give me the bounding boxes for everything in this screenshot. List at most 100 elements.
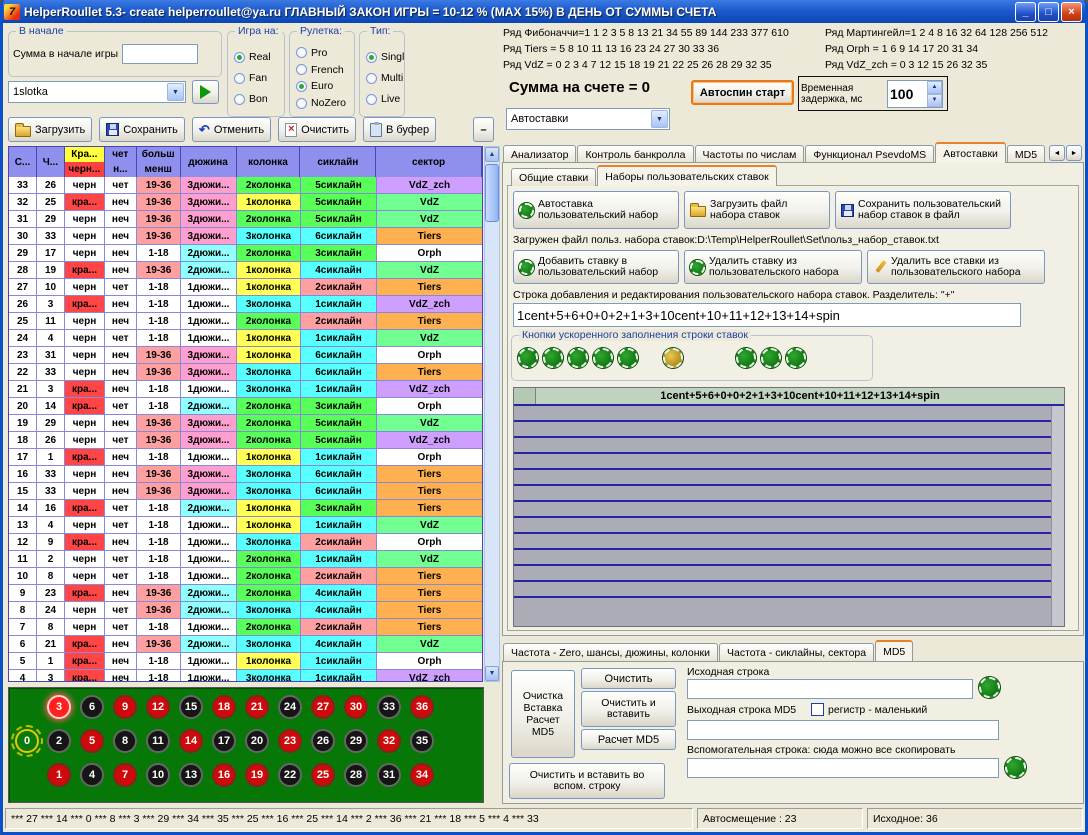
md5-multi-button[interactable]: Очистка Вставка Расчет MD5 [511,670,575,758]
close-button[interactable]: × [1061,2,1082,22]
aux-string-input[interactable] [687,758,999,778]
table-row[interactable]: 3326чернчет19-363дюжи...2колонка5сиклайн… [9,177,483,194]
board-number-6[interactable]: 6 [80,695,104,719]
board-number-18[interactable]: 18 [212,695,236,719]
main-tab-3[interactable]: Частоты по числам [695,145,805,163]
table-row[interactable]: 621кра...неч19-362дюжи...3колонка4сиклай… [9,636,483,653]
column-header[interactable]: сектор [376,147,482,177]
board-number-4[interactable]: 4 [80,763,104,787]
bet-list-row[interactable] [514,422,1064,438]
main-tab-5[interactable]: Автоставки [935,142,1006,163]
board-number-25[interactable]: 25 [311,763,335,787]
freq-tab-1[interactable]: Частота - Zero, шансы, дюжины, колонки [503,643,718,661]
board-number-11[interactable]: 11 [146,729,170,753]
table-scrollbar[interactable]: ▲ ▼ [484,146,500,682]
board-number-13[interactable]: 13 [179,763,203,787]
board-number-12[interactable]: 12 [146,695,170,719]
table-row[interactable]: 213кра...неч1-181дюжи...3колонка1сиклайн… [9,381,483,398]
chip-button-4[interactable] [593,348,613,368]
bet-list-header[interactable]: 1cent+5+6+0+0+2+1+3+10cent+10+11+12+13+1… [514,388,1064,406]
delay-input[interactable] [888,86,924,102]
clear-button[interactable]: Очистить [278,117,356,142]
table-row[interactable]: 3129черннеч19-363дюжи...2колонка5сиклайн… [9,211,483,228]
board-number-0[interactable]: 0 [15,729,39,753]
board-number-8[interactable]: 8 [113,729,137,753]
table-row[interactable]: 1826чернчет19-363дюжи...2колонка5сиклайн… [9,432,483,449]
autobets-subtab-2[interactable]: Наборы пользовательских ставок [597,165,776,186]
board-number-16[interactable]: 16 [212,763,236,787]
table-row[interactable]: 78чернчет1-181дюжи...2колонка2сиклайнTie… [9,619,483,636]
board-number-27[interactable]: 27 [311,695,335,719]
table-row[interactable]: 129кра...неч1-181дюжи...3колонка2сиклайн… [9,534,483,551]
radio-bon[interactable]: Bon [234,93,282,105]
board-number-19[interactable]: 19 [245,763,269,787]
radio-real[interactable]: Real [234,51,282,63]
table-row[interactable]: 1633черннеч19-363дюжи...3колонка6сиклайн… [9,466,483,483]
chip-button-9[interactable] [786,348,806,368]
board-number-31[interactable]: 31 [377,763,401,787]
table-row[interactable]: 1533черннеч19-363дюжи...3колонка6сиклайн… [9,483,483,500]
board-number-23[interactable]: 23 [278,729,302,753]
md5-clear-paste-button[interactable]: Очистить и вставить [581,691,676,727]
board-number-5[interactable]: 5 [80,729,104,753]
column-header[interactable]: дюжина [181,147,237,177]
table-row[interactable]: 134чернчет1-181дюжи...1колонка1сиклайнVd… [9,517,483,534]
chip-button-5[interactable] [618,348,638,368]
board-number-1[interactable]: 1 [47,763,71,787]
column-header[interactable]: Кра...черн... [65,147,105,177]
radio-french[interactable]: French [296,64,352,76]
add-bet-button[interactable]: Добавить ставку в пользовательский набор [513,250,679,284]
bet-list-row[interactable] [514,550,1064,566]
bet-list-row[interactable] [514,502,1064,518]
bet-list-row[interactable] [514,566,1064,582]
md5-clear-button[interactable]: Очистить [581,668,676,689]
column-header[interactable]: Ч... [37,147,65,177]
chevron-down-icon[interactable]: ▼ [167,83,184,101]
board-number-2[interactable]: 2 [47,729,71,753]
board-number-34[interactable]: 34 [410,763,434,787]
radio-fan[interactable]: Fan [234,72,282,84]
board-number-29[interactable]: 29 [344,729,368,753]
board-number-22[interactable]: 22 [278,763,302,787]
board-number-3[interactable]: 3 [47,695,71,719]
column-header[interactable]: колонка [237,147,301,177]
board-number-7[interactable]: 7 [113,763,137,787]
chevron-down-icon[interactable]: ▼ [651,110,668,128]
table-row[interactable]: 824чернчет19-362дюжи...3колонка4сиклайнT… [9,602,483,619]
autospin-start-button[interactable]: Автоспин старт [691,80,794,105]
table-row[interactable]: 2331черннеч19-363дюжи...1колонка6сиклайн… [9,347,483,364]
md5-calc-button[interactable]: Расчет MD5 [581,729,676,750]
source-string-input[interactable] [687,679,973,699]
table-row[interactable]: 244чернчет1-181дюжи...1колонка1сиклайнVd… [9,330,483,347]
main-tab-4[interactable]: Функционал PsevdoMS [805,145,934,163]
maximize-button[interactable]: □ [1038,2,1059,22]
table-row[interactable]: 2710чернчет1-181дюжи...1колонка2сиклайнT… [9,279,483,296]
bet-list-row[interactable] [514,438,1064,454]
board-number-15[interactable]: 15 [179,695,203,719]
table-row[interactable]: 3225кра...неч19-363дюжи...1колонка5сикла… [9,194,483,211]
freq-tab-2[interactable]: Частота - сиклайны, сектора [719,643,874,661]
start-sum-input[interactable] [122,44,198,64]
table-row[interactable]: 1929черннеч19-363дюжи...2колонка5сиклайн… [9,415,483,432]
table-row[interactable]: 43кра...неч1-181дюжи...3колонка1сиклайнV… [9,670,483,682]
radio-singl[interactable]: Singl [366,51,402,63]
radio-multi[interactable]: Multi [366,72,402,84]
save-bet-set-button[interactable]: Сохранить пользовательский набор ставок … [835,191,1011,229]
radio-nozero[interactable]: NoZero [296,97,352,109]
board-number-17[interactable]: 17 [212,729,236,753]
radio-live[interactable]: Live [366,93,402,105]
chip-button-7[interactable] [736,348,756,368]
load-button[interactable]: Загрузить [8,117,92,142]
tab-scroll-right-button[interactable]: ► [1066,145,1082,161]
board-number-36[interactable]: 36 [410,695,434,719]
scroll-thumb[interactable] [485,164,499,222]
board-number-10[interactable]: 10 [146,763,170,787]
aux-copy-chip-button[interactable] [1005,757,1026,778]
main-tab-6[interactable]: MD5 [1007,145,1045,163]
bet-list-row[interactable] [514,470,1064,486]
board-number-20[interactable]: 20 [245,729,269,753]
load-bet-set-button[interactable]: Загрузить файл набора ставок [684,191,830,229]
table-row[interactable]: 2819кра...неч19-362дюжи...1колонка4сикла… [9,262,483,279]
bet-list-row[interactable] [514,534,1064,550]
md5-output-input[interactable] [687,720,999,740]
